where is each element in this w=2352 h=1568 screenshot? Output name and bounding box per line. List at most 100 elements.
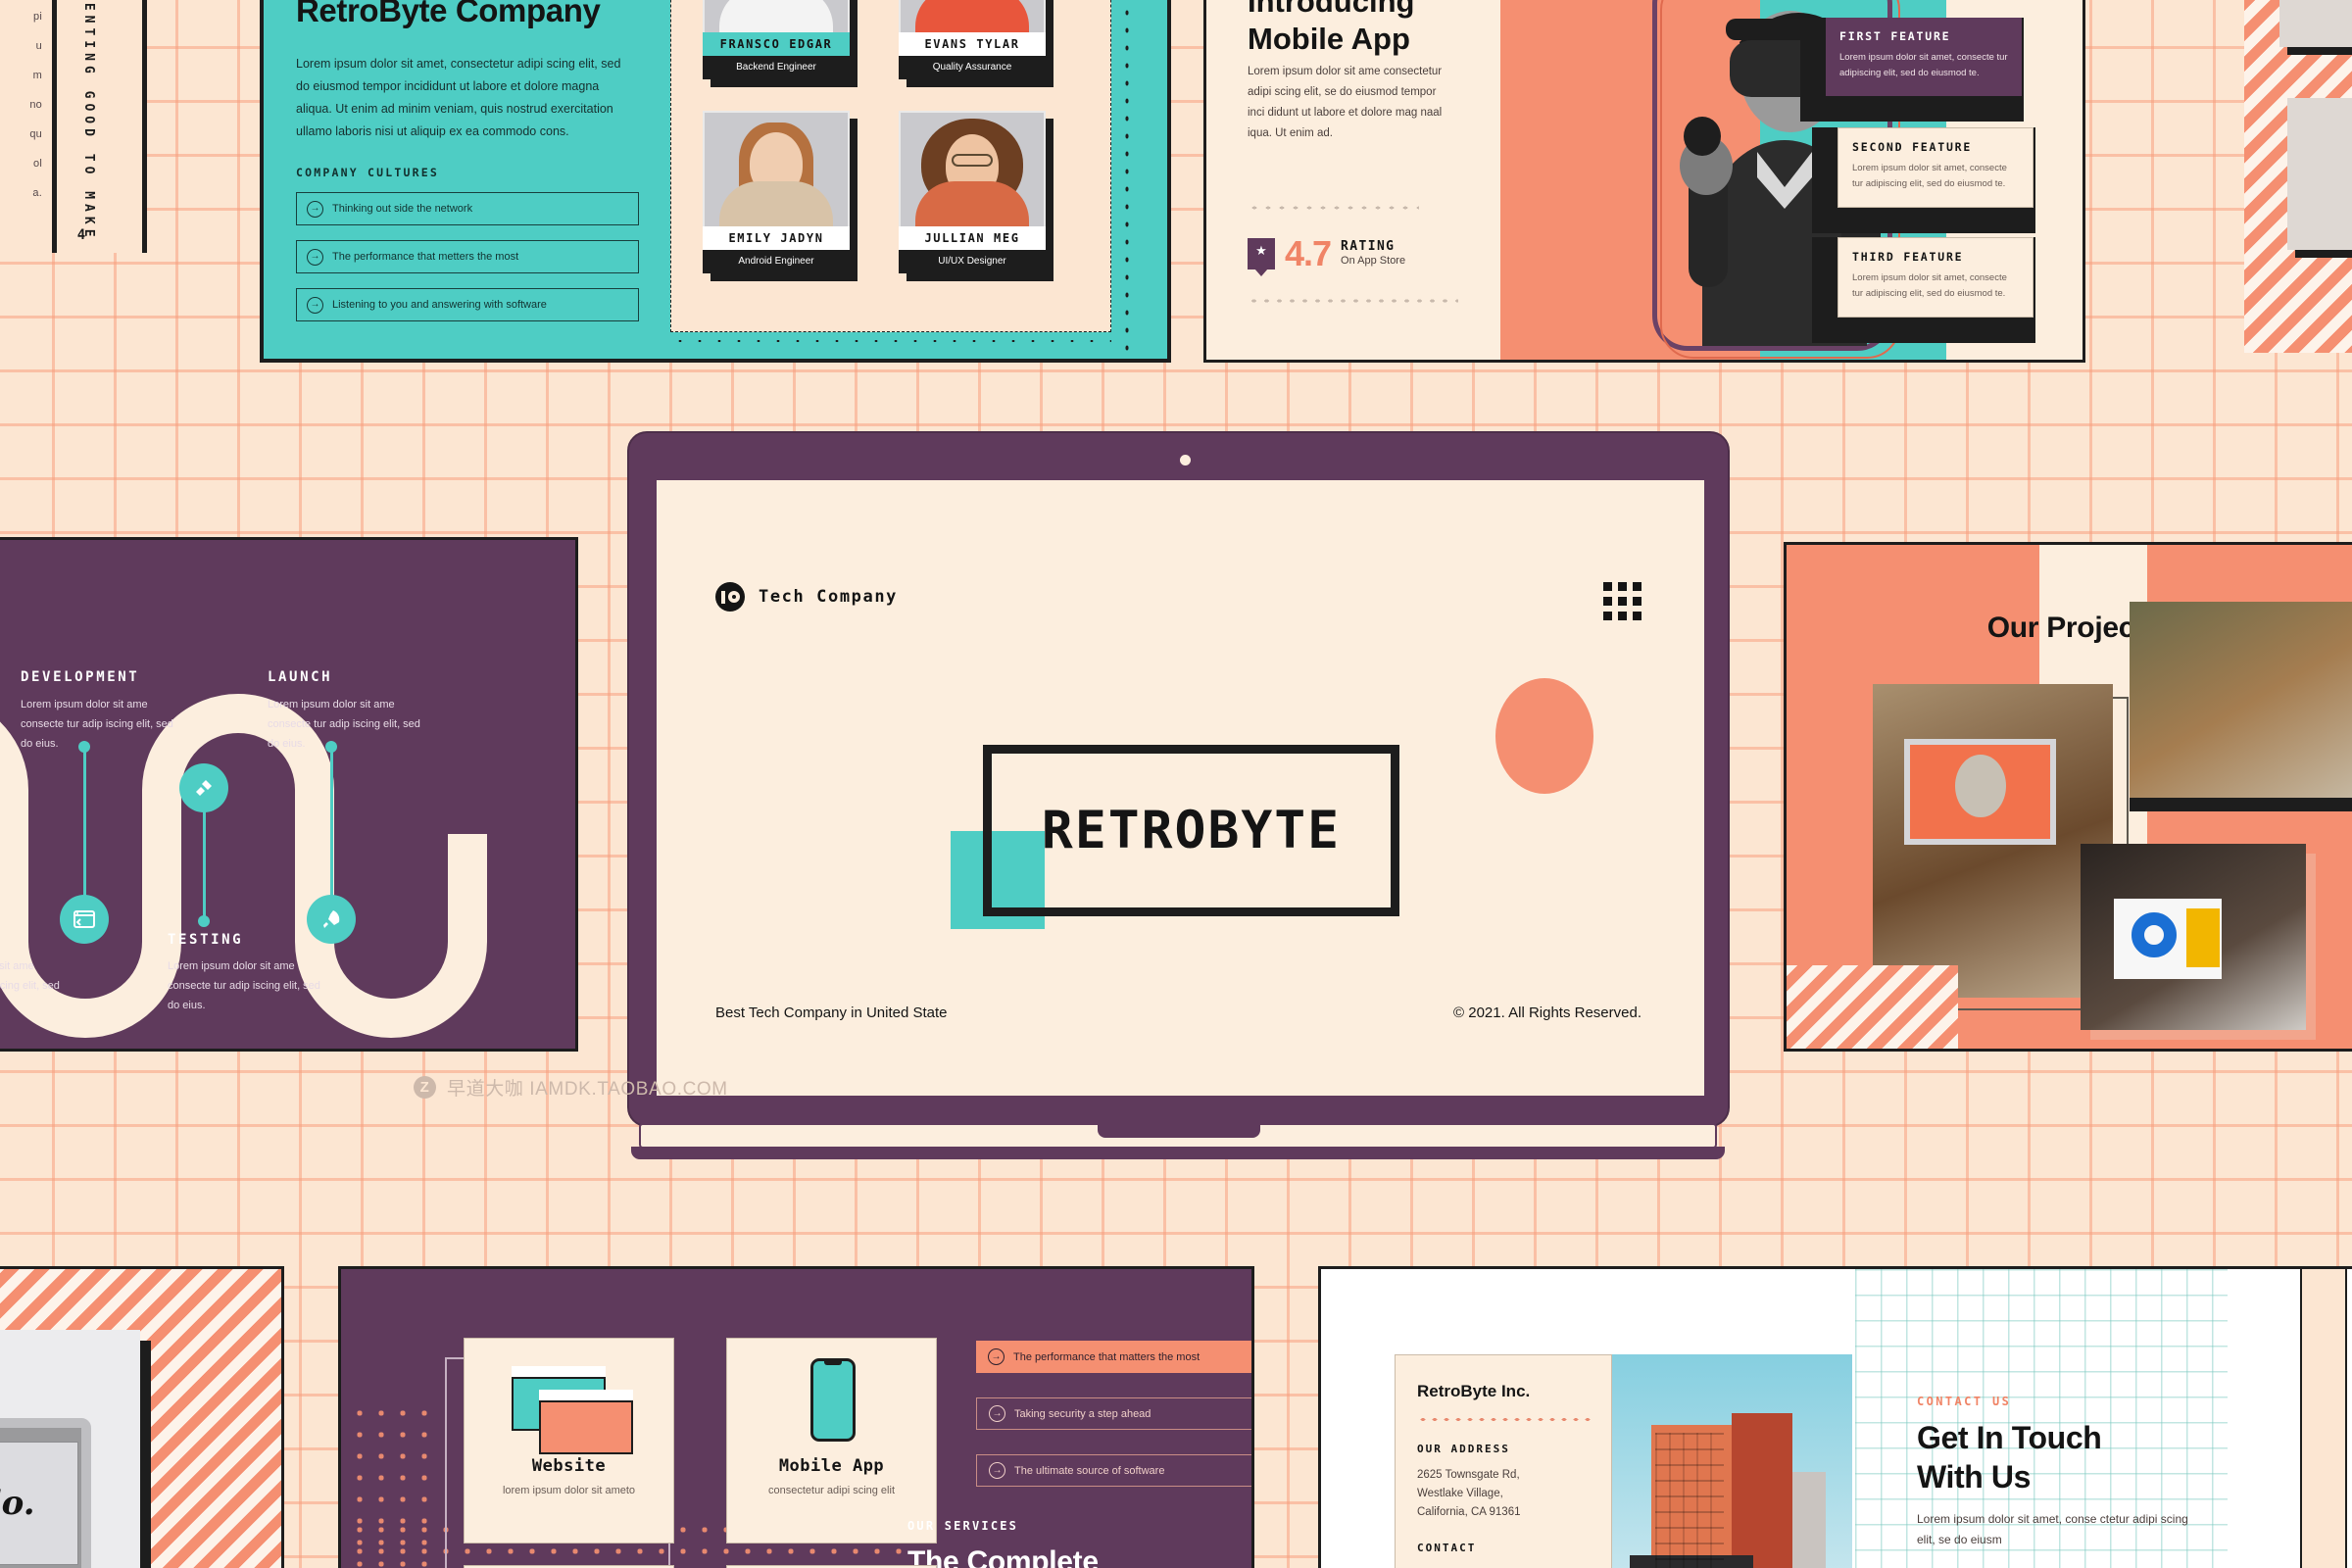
star-badge-icon: ★ bbox=[1248, 238, 1275, 276]
company-cultures-label: COMPANY CULTURES bbox=[296, 166, 439, 179]
avatar bbox=[899, 111, 1046, 228]
connector-line bbox=[83, 748, 86, 900]
rating-value: 4.7 bbox=[1285, 233, 1332, 273]
culture-item[interactable]: → Listening to you and answering with so… bbox=[296, 288, 639, 321]
service-card-mobile-app[interactable]: Mobile App consectetur adipi scing elit bbox=[726, 1338, 937, 1544]
brand-name: Tech Company bbox=[759, 587, 899, 607]
slide-retrobyte-company[interactable]: RetroByte Company Lorem ipsum dolor sit … bbox=[260, 0, 1171, 363]
grid-3x3-icon[interactable] bbox=[1603, 582, 1642, 620]
brand-lockup: Tech Company bbox=[715, 582, 898, 612]
slide-collage: pi u m no qu ol a. rc m p. u. VENTING GO… bbox=[0, 0, 2352, 1568]
hello-text: hello. bbox=[0, 1484, 35, 1523]
arrow-right-icon: → bbox=[307, 200, 323, 218]
laptop-screen[interactable]: Tech Company RETROBYTE Best Tech Company… bbox=[657, 480, 1704, 1096]
arrow-right-icon: → bbox=[989, 1462, 1005, 1479]
team-member-name: EMILY JADYN bbox=[703, 226, 850, 250]
service-bullet-label: The ultimate source of software bbox=[1014, 1464, 1165, 1477]
arrow-right-icon: → bbox=[988, 1348, 1004, 1365]
star-icon: ★ bbox=[1255, 243, 1267, 258]
feature-text: Lorem ipsum dolor sit amet, consecte tur… bbox=[1839, 52, 2008, 78]
slide-services[interactable]: Website lorem ipsum dolor sit ameto Mobi… bbox=[338, 1266, 1254, 1568]
services-kicker: OUR SERVICES bbox=[907, 1519, 1019, 1533]
rating-label: RATING bbox=[1341, 239, 1396, 254]
text-fragment: u bbox=[35, 40, 42, 52]
laptop-base bbox=[631, 1147, 1725, 1159]
retro-computer-illustration: hello. bbox=[0, 1418, 91, 1568]
mobile-app-title-line2: Mobile App bbox=[1248, 22, 1410, 56]
team-member-role: UI/UX Designer bbox=[899, 250, 1046, 273]
text-fragment: qu bbox=[29, 128, 42, 140]
roadmap-step-text: Lorem ipsum dolor sit ame consecte tur a… bbox=[168, 960, 320, 1011]
avatar bbox=[899, 0, 1046, 34]
company-slide-title: RetroByte Company bbox=[296, 0, 601, 28]
service-bullet[interactable]: → Taking security a step ahead bbox=[976, 1397, 1251, 1430]
team-member-card[interactable]: JULLIAN MEG UI/UX Designer bbox=[899, 111, 1054, 281]
contact-heading-line2: With Us bbox=[1917, 1459, 2032, 1494]
culture-item[interactable]: → Thinking out side the network bbox=[296, 192, 639, 225]
vertical-tagline: VENTING GOOD TO MAKE IT BETTER bbox=[81, 0, 96, 253]
service-card-subtitle: consectetur adipi scing elit bbox=[767, 1485, 895, 1496]
feature-card-first[interactable]: FIRST FEATURE Lorem ipsum dolor sit amet… bbox=[1800, 6, 2035, 122]
slide-edge-right[interactable] bbox=[2244, 0, 2352, 353]
team-grid: FRANSCO EDGAR Backend Engineer EVANS TYL… bbox=[670, 0, 1111, 332]
service-bullet-active[interactable]: → The performance that matters the most bbox=[976, 1341, 1251, 1373]
service-bullet-label: The performance that matters the most bbox=[1013, 1350, 1200, 1363]
text-fragment: rc bbox=[0, 243, 46, 253]
dot-divider bbox=[1248, 297, 1458, 305]
computer-screen: hello. bbox=[0, 1442, 78, 1565]
watermark-text: 早道大咖 IAMDK.TAOBAO.COM bbox=[447, 1079, 728, 1100]
feature-card-third[interactable]: THIRD FEATURE Lorem ipsum dolor sit amet… bbox=[1812, 225, 2047, 343]
service-bullet[interactable]: → The ultimate source of software bbox=[976, 1454, 1251, 1487]
team-member-card[interactable]: EMILY JADYN Android Engineer bbox=[703, 111, 858, 281]
page-number: 4 bbox=[76, 227, 86, 243]
feature-text: Lorem ipsum dolor sit amet, consecte tur… bbox=[1852, 272, 2007, 299]
text-fragment: ol bbox=[33, 158, 42, 170]
slide-hello[interactable]: hello. bbox=[0, 1266, 284, 1568]
roadmap-step-text: Lorem ipsum dolor sit ame consecte tur a… bbox=[21, 699, 173, 750]
service-card-website[interactable]: Website lorem ipsum dolor sit ameto bbox=[464, 1338, 674, 1544]
service-card-title: Mobile App bbox=[778, 1456, 885, 1476]
team-member-role: Android Engineer bbox=[703, 250, 850, 273]
slide-edge-left[interactable]: pi u m no qu ol a. rc m p. u. VENTING GO… bbox=[0, 0, 147, 253]
diagonal-stripes-decor bbox=[1787, 965, 1958, 1049]
screen-footer-right: © 2021. All Rights Reserved. bbox=[1453, 1004, 1642, 1021]
slide-mobile-app[interactable]: Introducing Mobile App Lorem ipsum dolor… bbox=[1203, 0, 2085, 363]
culture-item[interactable]: → The performance that metters the most bbox=[296, 240, 639, 273]
mobile-app-title: Introducing Mobile App bbox=[1248, 0, 1414, 58]
text-fragment: m bbox=[32, 70, 42, 81]
team-member-card[interactable]: FRANSCO EDGAR Backend Engineer bbox=[703, 0, 858, 87]
retrobyte-wordmark: RETROBYTE bbox=[1041, 801, 1342, 860]
project-photo bbox=[2081, 844, 2306, 1030]
slide-our-projects[interactable]: Our Projects. bbox=[1784, 542, 2352, 1052]
building-photo bbox=[1612, 1354, 1852, 1568]
rating-sublabel: On App Store bbox=[1341, 255, 1406, 267]
photo-thumbnail bbox=[2279, 0, 2352, 47]
company-cultures-list: → Thinking out side the network → The pe… bbox=[296, 192, 639, 336]
mobile-app-title-line1: Introducing bbox=[1248, 0, 1415, 19]
service-card-title: Website bbox=[531, 1456, 607, 1476]
text-fragment-column: pi u m no qu ol a. rc m p. u. bbox=[0, 0, 57, 253]
laptop-lid: Tech Company RETROBYTE Best Tech Company… bbox=[627, 431, 1730, 1127]
slide-roadmap[interactable]: DESIGN Lorem ipsum dolor sit ame consect… bbox=[0, 537, 578, 1052]
dot-column-decor bbox=[1121, 0, 1133, 359]
contact-label: CONTACT bbox=[1417, 1542, 1477, 1554]
feature-title: FIRST FEATURE bbox=[1839, 29, 1951, 43]
culture-label: Listening to you and answering with soft… bbox=[332, 299, 547, 311]
avatar bbox=[703, 0, 850, 34]
arrow-right-icon: → bbox=[307, 248, 323, 266]
mobile-app-body: Lorem ipsum dolor sit ame consectetur ad… bbox=[1248, 66, 1443, 139]
service-card-subtitle: lorem ipsum dolor sit ameto bbox=[502, 1485, 636, 1496]
dot-divider bbox=[1417, 1416, 1592, 1423]
screen-footer-left: Best Tech Company in United State bbox=[715, 1004, 948, 1021]
io-logo-icon bbox=[715, 582, 745, 612]
team-member-card[interactable]: EVANS TYLAR Quality Assurance bbox=[899, 0, 1054, 87]
feature-title: SECOND FEATURE bbox=[1852, 140, 1973, 154]
project-photo bbox=[1873, 684, 2113, 998]
dot-divider bbox=[1248, 204, 1419, 212]
feature-card-second[interactable]: SECOND FEATURE Lorem ipsum dolor sit ame… bbox=[1812, 116, 2047, 233]
laptop-mockup[interactable]: Tech Company RETROBYTE Best Tech Company… bbox=[627, 431, 1730, 1176]
slide-contact[interactable]: RetroByte Inc. OUR ADDRESS 2625 Townsgat… bbox=[1318, 1266, 2352, 1568]
team-member-name: JULLIAN MEG bbox=[899, 226, 1046, 250]
team-member-name: EVANS TYLAR bbox=[899, 32, 1046, 56]
edge-strip-decor bbox=[2300, 1269, 2347, 1568]
